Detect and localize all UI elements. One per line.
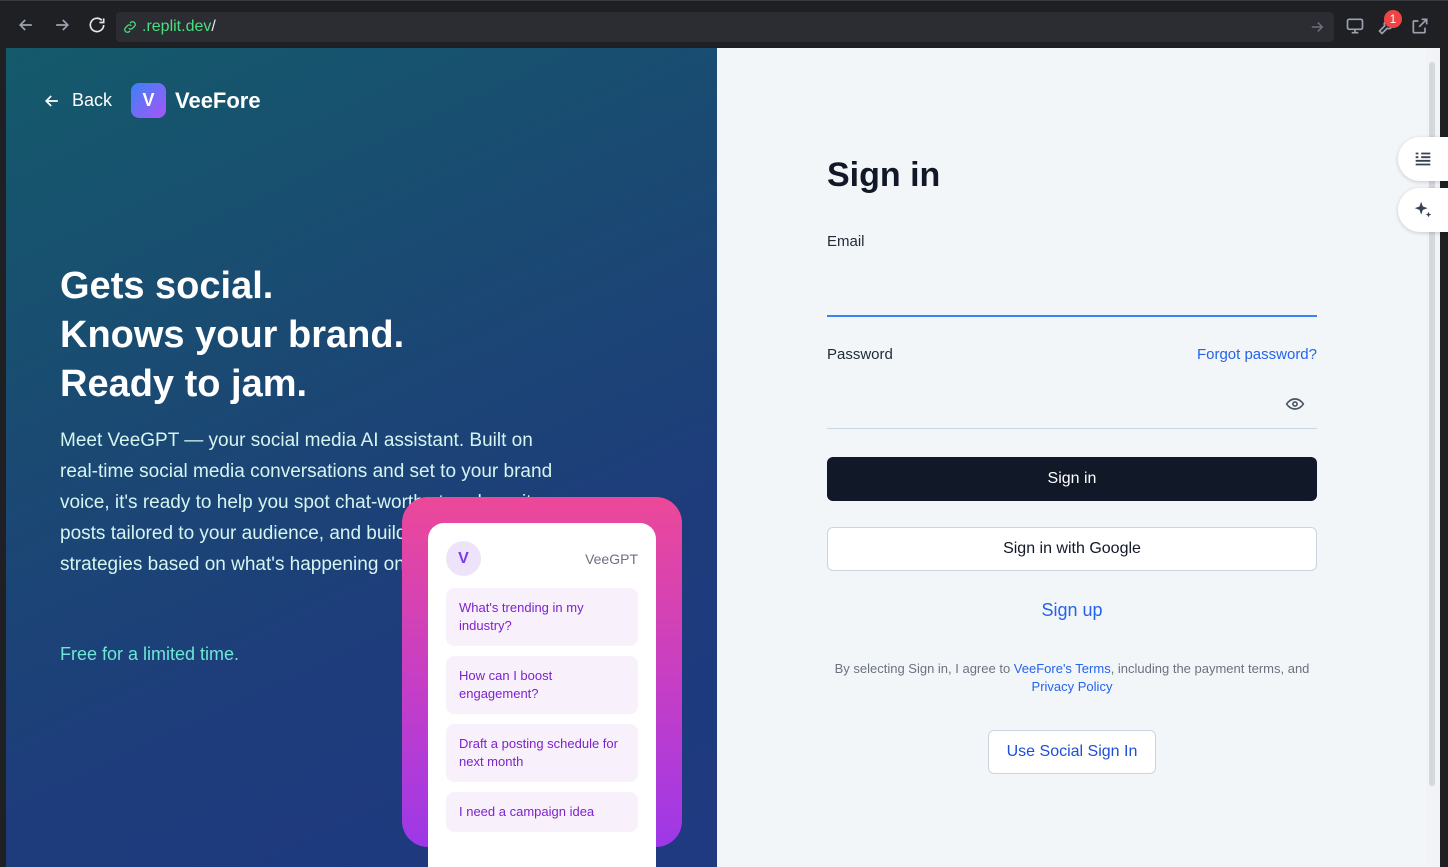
page-title: Sign in <box>827 156 941 194</box>
url-path: / <box>211 18 216 35</box>
reload-icon[interactable] <box>85 13 109 37</box>
forgot-password-link[interactable]: Forgot password? <box>1197 346 1317 363</box>
forward-arrow-icon[interactable] <box>50 13 74 37</box>
sparkle-icon <box>1414 201 1432 218</box>
monitor-icon[interactable] <box>1345 16 1365 36</box>
ai-assistant-button[interactable] <box>1398 188 1448 232</box>
address-bar[interactable]: .replit.dev / <box>116 12 1334 42</box>
terms-middle: , including the payment terms, and <box>1110 661 1310 676</box>
eye-icon[interactable] <box>1285 394 1305 414</box>
link-icon <box>124 21 136 33</box>
email-label: Email <box>827 233 865 250</box>
suggestion-chip[interactable]: What's trending in my industry? <box>446 588 638 646</box>
back-link[interactable]: Back <box>42 90 112 111</box>
hero-headline: Gets social. Knows your brand. Ready to … <box>60 262 404 409</box>
quote-list-icon <box>1415 152 1431 166</box>
page: Back V VeeFore Gets social. Knows your b… <box>6 48 1440 867</box>
headline-line: Gets social. <box>60 265 274 307</box>
terms-text: By selecting Sign in, I agree to VeeFore… <box>827 660 1317 696</box>
logo-mark: V <box>131 83 166 118</box>
password-label: Password <box>827 346 893 363</box>
terms-prefix: By selecting Sign in, I agree to <box>834 661 1014 676</box>
go-arrow-icon[interactable] <box>1308 18 1326 36</box>
notification-badge: 1 <box>1384 10 1402 28</box>
google-signin-button[interactable]: Sign in with Google <box>827 527 1317 571</box>
brand-logo[interactable]: V VeeFore <box>131 83 261 118</box>
arrow-left-icon <box>44 94 58 107</box>
avatar: V <box>446 541 481 576</box>
signin-button[interactable]: Sign in <box>827 457 1317 501</box>
headline-line: Knows your brand. <box>60 314 405 356</box>
chat-preview: V VeeGPT What's trending in my industry?… <box>428 523 656 867</box>
suggestion-chip[interactable]: Draft a posting schedule for next month <box>446 724 638 782</box>
reader-mode-button[interactable] <box>1398 137 1448 181</box>
back-label: Back <box>72 90 113 110</box>
back-arrow-icon[interactable] <box>14 13 38 37</box>
phone-mockup: V VeeGPT What's trending in my industry?… <box>402 497 682 867</box>
chat-header: V VeeGPT <box>446 541 638 576</box>
suggestion-chip[interactable]: How can I boost engagement? <box>446 656 638 714</box>
suggestion-chip[interactable]: I need a campaign idea <box>446 792 638 832</box>
email-field[interactable] <box>827 277 1317 317</box>
browser-toolbar: .replit.dev/ 1 <box>0 0 1448 48</box>
assistant-name: VeeGPT <box>585 550 638 567</box>
terms-link[interactable]: VeeFore's Terms <box>1014 661 1111 676</box>
password-field[interactable] <box>827 389 1317 429</box>
brand-name: VeeFore <box>175 87 261 113</box>
url-host: .replit.dev <box>142 18 212 35</box>
social-signin-button[interactable]: Use Social Sign In <box>988 730 1156 774</box>
privacy-policy-link[interactable]: Privacy Policy <box>1032 679 1113 694</box>
headline-line: Ready to jam. <box>60 363 308 405</box>
open-external-icon[interactable] <box>1410 16 1430 36</box>
free-note: Free for a limited time. <box>60 644 240 664</box>
hero-panel: Back V VeeFore Gets social. Knows your b… <box>6 48 717 867</box>
signup-link[interactable]: Sign up <box>827 600 1317 621</box>
